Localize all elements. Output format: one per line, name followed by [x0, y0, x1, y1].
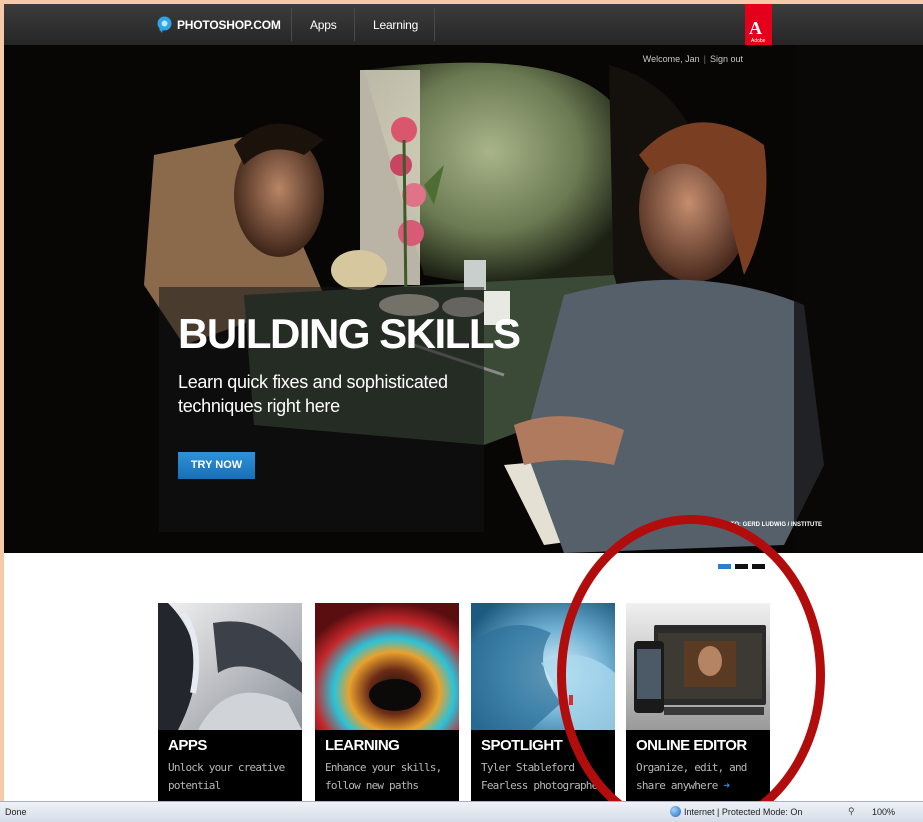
tile-desc-line: Unlock your creative: [168, 761, 285, 774]
hero-subtitle: Learn quick fixes and sophisticated tech…: [178, 372, 448, 416]
tile-apps[interactable]: APPS Unlock your creative potential: [158, 603, 302, 801]
zoom-icon[interactable]: ⚲: [848, 806, 855, 817]
tile-description: Enhance your skills, follow new paths: [325, 759, 459, 795]
learning-tile-image: [315, 603, 459, 730]
globe-icon: [670, 806, 681, 817]
tile-learning[interactable]: LEARNING Enhance your skills, follow new…: [315, 603, 459, 801]
nav-divider: [354, 8, 355, 41]
tile-title: LEARNING: [325, 737, 400, 754]
tile-title: ONLINE EDITOR: [636, 737, 747, 754]
tile-online-editor[interactable]: ONLINE EDITOR Organize, edit, and share …: [626, 603, 770, 801]
user-greeting: Welcome, Jan | Sign out: [642, 54, 743, 64]
tile-desc-line: Tyler Stableford: [481, 761, 575, 774]
hero-banner: Welcome, Jan | Sign out BUILDING SKILLS Le…: [4, 45, 923, 553]
browser-status-bar: Done Internet | Protected Mode: On ⚲ 100…: [0, 801, 923, 822]
tile-title: SPOTLIGHT: [481, 737, 563, 754]
tile-desc-line: share anywhere ➜: [636, 777, 770, 795]
status-text: Done: [5, 807, 27, 817]
carousel-dot[interactable]: [718, 564, 731, 569]
photoshop-logo-icon[interactable]: [156, 16, 173, 33]
carousel-dot[interactable]: [735, 564, 748, 569]
hero-title: BUILDING SKILLS: [178, 310, 521, 357]
tile-desc-line: Fearless photographer: [481, 779, 604, 792]
tile-description: Unlock your creative potential: [168, 759, 302, 795]
zoom-level[interactable]: 100%: [872, 807, 895, 817]
tile-desc-text: share anywhere: [636, 779, 718, 792]
arrow-right-icon[interactable]: ➜: [723, 779, 730, 792]
browser-viewport: PHOTOSHOP.COM Apps Learning A Adobe Welc…: [4, 4, 923, 801]
welcome-text: Welcome, Jan: [642, 54, 700, 64]
try-now-button[interactable]: TRY NOW: [178, 452, 255, 479]
nav-divider: [434, 8, 435, 41]
adobe-wordmark: Adobe: [751, 38, 766, 44]
tile-spotlight[interactable]: SPOTLIGHT Tyler Stableford Fearless phot…: [471, 603, 615, 801]
brand-link[interactable]: PHOTOSHOP.COM: [177, 18, 281, 32]
tile-desc-line: Organize, edit, and: [636, 761, 747, 774]
online-editor-tile-image: [626, 603, 770, 730]
tile-description: Tyler Stableford Fearless photographer: [481, 759, 615, 795]
tile-title: APPS: [168, 737, 207, 754]
sign-out-link[interactable]: Sign out: [710, 54, 743, 64]
nav-item-learning[interactable]: Learning: [373, 18, 418, 32]
tile-desc-line: Enhance your skills,: [325, 761, 442, 774]
tile-desc-line: potential: [168, 779, 221, 792]
nav-divider: [291, 8, 292, 41]
security-zone[interactable]: Internet | Protected Mode: On: [684, 807, 802, 817]
tile-desc-line: follow new paths: [325, 779, 419, 792]
apps-tile-image: [158, 603, 302, 730]
tile-description: Organize, edit, and share anywhere ➜: [636, 759, 770, 795]
spotlight-tile-image: [471, 603, 615, 730]
adobe-logo-icon: A: [749, 18, 762, 38]
top-navigation-bar: PHOTOSHOP.COM Apps Learning A Adobe: [4, 4, 923, 62]
photo-credit: PHOTO: GERD LUDWIG / INSTITUTE: [717, 522, 822, 528]
nav-item-apps[interactable]: Apps: [310, 18, 337, 32]
carousel-dot[interactable]: [752, 564, 765, 569]
